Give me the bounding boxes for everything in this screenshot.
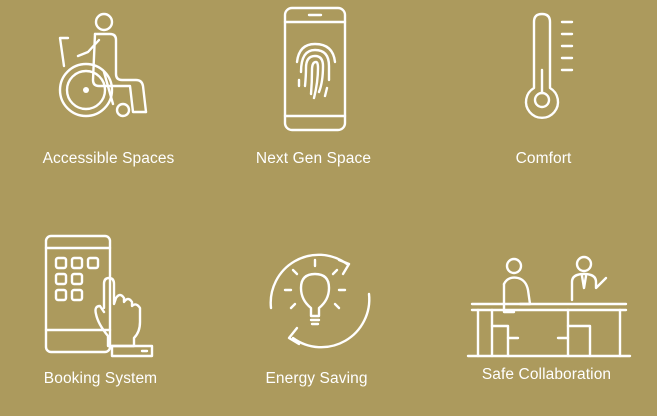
feature-label: Accessible Spaces (42, 150, 175, 167)
thermometer-icon (438, 0, 657, 208)
fingerprint-phone-icon (219, 0, 438, 208)
feature-tile-accessible-spaces: Accessible Spaces (0, 0, 219, 208)
wheelchair-icon (0, 0, 219, 208)
feature-label: Safe Collaboration (481, 366, 612, 383)
feature-label: Energy Saving (265, 370, 368, 387)
feature-tile-next-gen-space: Next Gen Space (219, 0, 438, 208)
feature-label: Booking System (43, 370, 158, 387)
meeting-desk-icon (438, 208, 657, 416)
feature-tile-safe-collaboration: Safe Collaboration (438, 208, 657, 416)
feature-label: Comfort (515, 150, 572, 167)
feature-label: Next Gen Space (255, 150, 372, 167)
feature-tile-booking-system: Booking System (0, 208, 219, 416)
feature-tile-energy-saving: Energy Saving (219, 208, 438, 416)
feature-tile-comfort: Comfort (438, 0, 657, 208)
